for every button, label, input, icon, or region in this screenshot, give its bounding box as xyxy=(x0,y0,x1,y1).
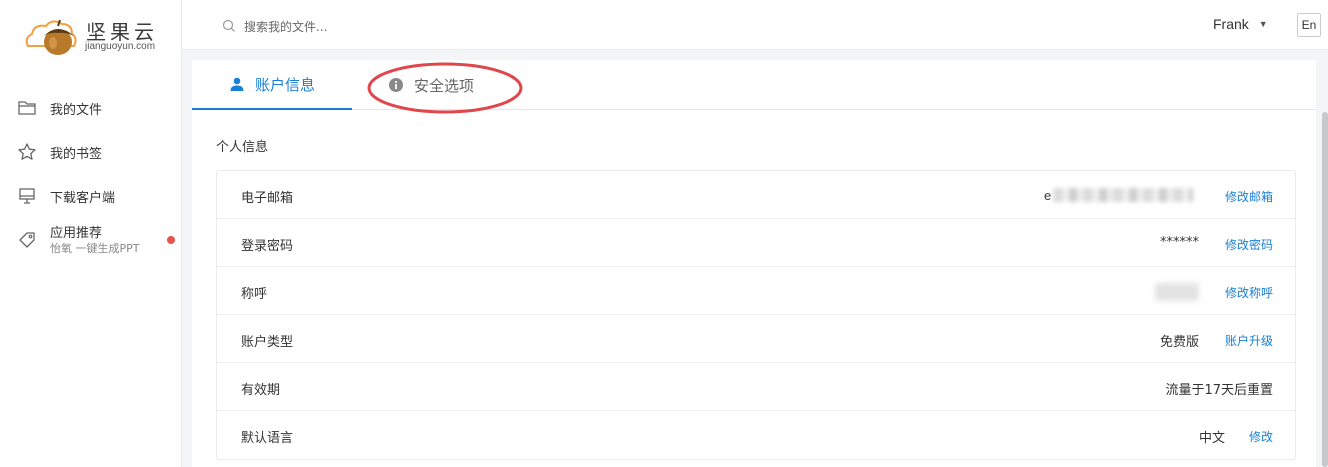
user-name: Frank xyxy=(1213,16,1249,32)
change-email-link[interactable]: 修改邮箱 xyxy=(1225,188,1273,205)
nickname-value-redacted xyxy=(1155,283,1199,301)
upgrade-account-link[interactable]: 账户升级 xyxy=(1225,332,1273,349)
sidebar-item-label: 我的书签 xyxy=(50,146,103,162)
logo-subtitle: jianguoyun.com xyxy=(85,41,156,52)
email-value-redacted: e xyxy=(1044,185,1199,205)
sidebar: 坚果云 jianguoyun.com 我的文件 我的书签 下载客户端 应用推荐 … xyxy=(0,0,182,467)
row-value: 中文 xyxy=(1198,431,1225,446)
account-panel: 账户信息 安全选项 个人信息 电子邮箱 e 修改邮箱 登录密码 ****** 修… xyxy=(192,60,1316,467)
section-title-personal-info: 个人信息 xyxy=(216,140,269,155)
search-icon xyxy=(222,19,235,32)
row-key: 登录密码 xyxy=(241,239,294,254)
sidebar-item-app-recommend[interactable]: 应用推荐 怡氧 一键生成PPT xyxy=(0,216,181,260)
tab-label: 账户信息 xyxy=(254,75,315,94)
redaction-blur xyxy=(1053,188,1194,202)
tab-account-info[interactable]: 账户信息 xyxy=(192,60,352,110)
row-key: 电子邮箱 xyxy=(241,191,294,206)
row-key: 称呼 xyxy=(241,287,268,302)
row-key: 账户类型 xyxy=(241,335,294,350)
change-language-link[interactable]: 修改 xyxy=(1249,428,1273,445)
notification-dot xyxy=(167,236,175,244)
info-row-default-language: 默认语言 中文 修改 xyxy=(217,411,1295,459)
acorn-logo-icon xyxy=(25,19,77,55)
row-value: 流量于17天后重置 xyxy=(1165,383,1273,398)
personal-info-table: 电子邮箱 e 修改邮箱 登录密码 ****** 修改密码 称呼 修改称呼 账户类… xyxy=(216,170,1296,460)
star-icon xyxy=(18,143,36,160)
caret-down-icon: ▼ xyxy=(1258,19,1268,29)
monitor-icon xyxy=(19,188,35,204)
info-row-account-type: 账户类型 免费版 账户升级 xyxy=(217,315,1295,363)
change-nickname-link[interactable]: 修改称呼 xyxy=(1225,284,1273,301)
folder-icon xyxy=(18,101,36,115)
search-input[interactable] xyxy=(244,16,514,38)
language-toggle-button[interactable]: En xyxy=(1297,13,1321,37)
sidebar-item-sublabel: 怡氧 一键生成PPT xyxy=(50,242,140,255)
info-row-nickname: 称呼 修改称呼 xyxy=(217,267,1295,315)
change-password-link[interactable]: 修改密码 xyxy=(1225,236,1273,253)
user-icon xyxy=(230,77,244,91)
tag-icon xyxy=(19,232,35,248)
topbar: Frank ▼ En xyxy=(182,0,1328,50)
search-box[interactable] xyxy=(222,16,522,38)
logo[interactable]: 坚果云 jianguoyun.com xyxy=(22,14,172,60)
row-value: e xyxy=(1044,187,1052,203)
sidebar-item-label: 应用推荐 xyxy=(50,226,103,241)
row-key: 默认语言 xyxy=(241,431,294,446)
annotation-circle xyxy=(367,62,523,114)
row-value: 免费版 xyxy=(1159,335,1199,350)
sidebar-item-label: 下载客户端 xyxy=(50,190,116,206)
scrollbar[interactable] xyxy=(1322,112,1328,467)
sidebar-item-download-client[interactable]: 下载客户端 xyxy=(0,181,181,211)
info-row-email: 电子邮箱 e 修改邮箱 xyxy=(217,171,1295,219)
tab-bar: 账户信息 安全选项 xyxy=(192,60,1316,114)
sidebar-item-my-files[interactable]: 我的文件 xyxy=(0,93,181,123)
sidebar-item-label: 我的文件 xyxy=(50,102,103,118)
row-key: 有效期 xyxy=(241,383,281,398)
info-row-validity: 有效期 流量于17天后重置 xyxy=(217,363,1295,411)
info-row-password: 登录密码 ****** 修改密码 xyxy=(217,219,1295,267)
row-value: ****** xyxy=(1160,235,1199,250)
sidebar-item-my-bookmarks[interactable]: 我的书签 xyxy=(0,137,181,167)
user-menu[interactable]: Frank ▼ xyxy=(1213,16,1268,32)
